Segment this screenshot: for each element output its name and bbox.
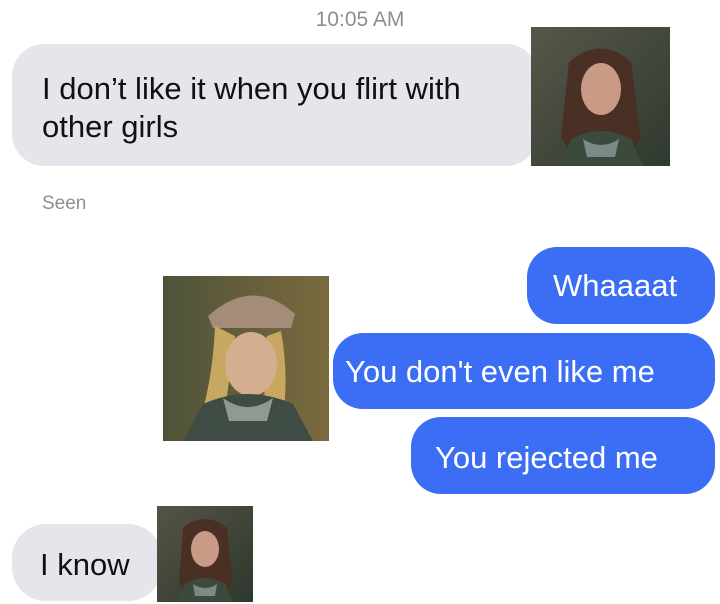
message-line: I don’t like it when you flirt with (42, 71, 461, 106)
reaction-photo-middle (163, 276, 329, 441)
message-text: You rejected me (435, 440, 658, 475)
message-line: other girls (42, 109, 179, 144)
message-text: Whaaaat (553, 268, 678, 303)
outgoing-message-bubble[interactable]: Whaaaat (527, 247, 715, 324)
outgoing-message-bubble[interactable]: You don't even like me (333, 333, 715, 409)
incoming-message-bubble[interactable]: I don’t like it when you flirt with othe… (12, 44, 538, 166)
seen-indicator: Seen (42, 193, 87, 214)
outgoing-message-bubble[interactable]: You rejected me (411, 417, 715, 494)
incoming-message-bubble[interactable]: I know (12, 524, 162, 601)
message-text: You don't even like me (345, 354, 655, 389)
reaction-photo-bottom (157, 506, 253, 602)
message-text: I know (40, 547, 130, 582)
reaction-photo-top (531, 27, 670, 166)
